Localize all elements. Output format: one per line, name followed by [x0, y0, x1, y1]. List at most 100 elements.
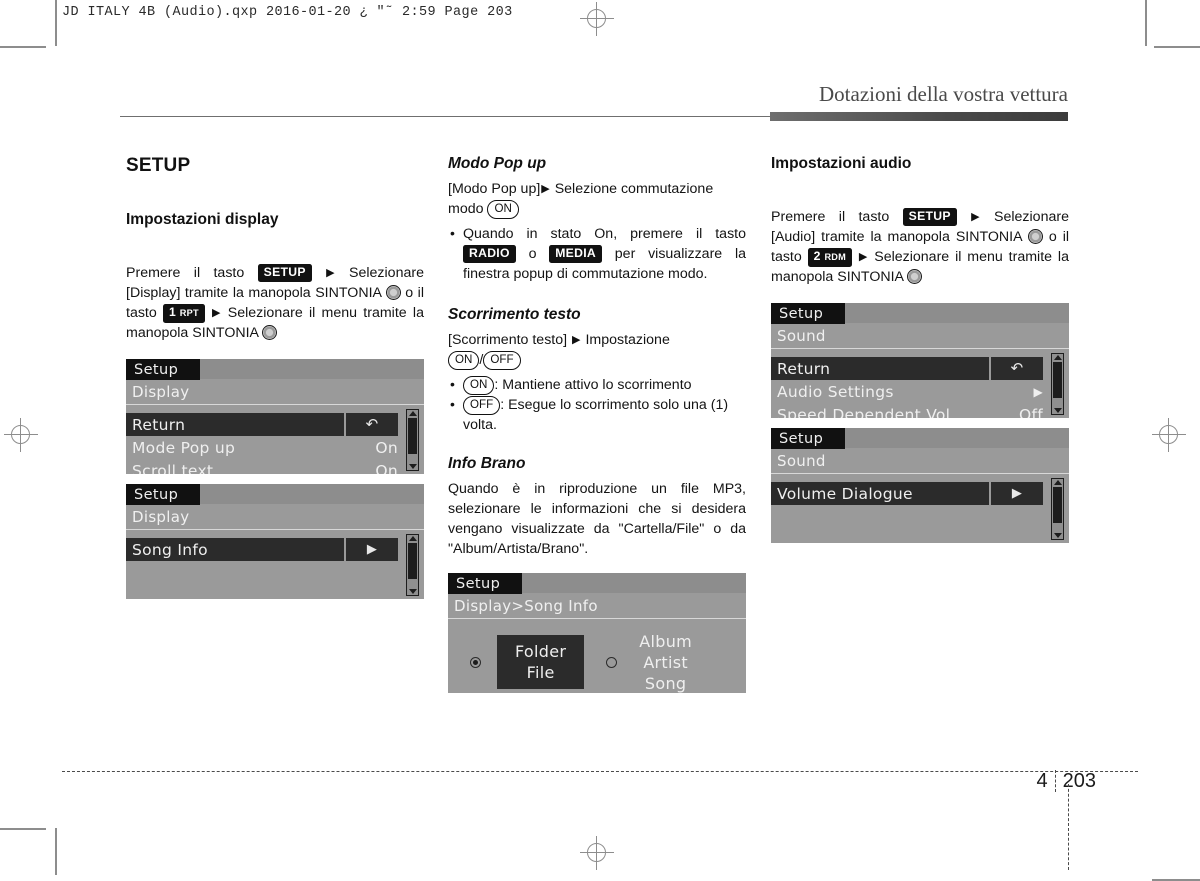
- option-folder-file[interactable]: Folder File: [497, 635, 585, 689]
- column-middle: Modo Pop up [Modo Pop up]▶ Selezione com…: [448, 155, 746, 693]
- off-pill-badge: OFF: [483, 351, 521, 370]
- lcd-scrollbar[interactable]: [1051, 353, 1064, 415]
- option-album-artist-song[interactable]: Album Artist Song: [633, 625, 698, 694]
- lcd-title-label: Setup: [771, 304, 834, 324]
- scroll-up-arrow-icon[interactable]: [1053, 480, 1062, 485]
- lcd-title-bar: Setup: [771, 303, 1069, 324]
- text-bullet-on: : Mantiene attivo lo scorrimento: [494, 377, 692, 393]
- text-bullet-1b: o: [528, 246, 537, 262]
- footer-vertical-rule: [1068, 784, 1069, 870]
- scrollbar-thumb[interactable]: [408, 418, 417, 454]
- chevron-right-icon[interactable]: ▶: [989, 482, 1043, 505]
- lcd-row-list: Song Info ▶: [126, 530, 424, 561]
- column-right: Impostazioni audio Premere il tasto SETU…: [771, 155, 1069, 543]
- scroll-down-arrow-icon[interactable]: [1053, 408, 1062, 413]
- lcd-row-audio-settings[interactable]: Audio Settings ▶: [771, 380, 1069, 403]
- media-key-badge: MEDIA: [549, 244, 603, 263]
- lcd-title-label: Setup: [126, 360, 189, 380]
- lcd-row-label: Scroll text: [132, 461, 214, 475]
- return-icon[interactable]: ↶: [989, 357, 1043, 380]
- scroll-down-arrow-icon[interactable]: [408, 464, 417, 469]
- lcd-title-bar: Setup: [771, 428, 1069, 449]
- paragraph-display-intro: Premere il tasto SETUP ▶ Selezionare [Di…: [126, 263, 424, 343]
- bullet-modo-popup-1: Quando in stato On, premere il tasto RAD…: [448, 223, 746, 284]
- arrow-icon: ▶: [572, 334, 581, 346]
- footer-chapter: 4: [1036, 770, 1048, 792]
- lcd-scrollbar[interactable]: [406, 534, 419, 596]
- heading-impostazioni-display: Impostazioni display: [126, 211, 279, 228]
- scroll-up-arrow-icon[interactable]: [408, 536, 417, 541]
- text-bullet-off: : Esegue lo scorrimento solo una (1) vol…: [463, 397, 729, 433]
- lcd-row-return[interactable]: Return ↶: [126, 413, 398, 436]
- crop-mark-top-left-v: [55, 0, 57, 46]
- registration-mark-left: [4, 418, 38, 452]
- key-1-rpt-label: RPT: [179, 308, 199, 318]
- lcd-display-song-info-chooser: Setup Display>Song Info Folder File Albu…: [448, 573, 746, 693]
- footer-rule: [62, 771, 1138, 772]
- lcd-title-bar: Setup: [126, 359, 424, 380]
- qxp-file-header: JD ITALY 4B (Audio).qxp 2016-01-20 ¿ "˜ …: [62, 5, 513, 20]
- setup-key-badge: SETUP: [902, 207, 957, 226]
- scrollbar-thumb[interactable]: [408, 543, 417, 579]
- text-premere-il-tasto: Premere il tasto: [126, 265, 245, 281]
- setup-key-badge: SETUP: [257, 263, 312, 282]
- lcd-option-group: Folder File Album Artist Song: [448, 619, 746, 693]
- lcd-scrollbar[interactable]: [1051, 478, 1064, 540]
- lcd-breadcrumb: Display: [126, 504, 424, 530]
- paragraph-audio-intro: Premere il tasto SETUP ▶ Selezionare [Au…: [771, 207, 1069, 287]
- paragraph-info-brano: Quando è in riproduzione un file MP3, se…: [448, 481, 746, 557]
- registration-mark-top: [580, 2, 614, 36]
- lcd-breadcrumb: Sound: [771, 323, 1069, 349]
- page-title: SETUP: [126, 155, 191, 176]
- option-line-2: Artist: [643, 652, 688, 672]
- radio-selected-icon[interactable]: [470, 656, 481, 668]
- lcd-row-label: Mode Pop up: [132, 438, 236, 457]
- running-head-rule: [770, 112, 1068, 121]
- key-2-rdm-label: RDM: [824, 252, 846, 262]
- lcd-row-scroll-text[interactable]: Scroll text On: [126, 459, 424, 475]
- lcd-row-mode-popup[interactable]: Mode Pop up On: [126, 436, 424, 459]
- option-line-1: Album: [639, 631, 693, 651]
- bullet-scorrimento-off: OFF: Esegue lo scorrimento solo una (1) …: [448, 394, 746, 435]
- lcd-title-bar: Setup: [448, 573, 746, 594]
- crop-mark-top-right-v: [1145, 0, 1147, 46]
- heading-scorrimento-testo: Scorrimento testo: [448, 306, 581, 323]
- lcd-title-label: Setup: [126, 485, 189, 505]
- registration-mark-right: [1152, 418, 1186, 452]
- heading-impostazioni-audio: Impostazioni audio: [771, 155, 912, 172]
- lcd-scrollbar[interactable]: [406, 409, 419, 471]
- on-pill-badge: ON: [487, 200, 519, 219]
- bullet-scorrimento-on: ON: Mantiene attivo lo scorrimento: [448, 374, 746, 395]
- scrollbar-thumb[interactable]: [1053, 362, 1062, 398]
- lcd-row-song-info[interactable]: Song Info ▶: [126, 538, 398, 561]
- option-line-3: Song: [644, 673, 687, 693]
- off-pill-badge: OFF: [463, 396, 501, 415]
- lcd-title-label: Setup: [771, 429, 834, 449]
- scroll-down-arrow-icon[interactable]: [408, 589, 417, 594]
- radio-unselected-icon[interactable]: [606, 656, 618, 668]
- heading-info-brano: Info Brano: [448, 455, 526, 472]
- scroll-up-arrow-icon[interactable]: [1053, 355, 1062, 360]
- return-icon[interactable]: ↶: [344, 413, 398, 436]
- chevron-right-icon[interactable]: ▶: [344, 538, 398, 561]
- heading-modo-popup: Modo Pop up: [448, 155, 547, 172]
- tuning-knob-icon: [385, 285, 401, 300]
- paragraph-scorrimento: [Scorrimento testo] ▶ Impostazione ON / OF…: [448, 330, 746, 370]
- lcd-row-return[interactable]: Return ↶: [771, 357, 1043, 380]
- lcd-row-volume-dialogue[interactable]: Volume Dialogue ▶: [771, 482, 1043, 505]
- scroll-up-arrow-icon[interactable]: [408, 411, 417, 416]
- key-2-rdm-number: 2: [813, 249, 821, 263]
- tuning-knob-icon: [907, 269, 923, 284]
- on-pill-badge: ON: [448, 351, 480, 370]
- scroll-down-arrow-icon[interactable]: [1053, 533, 1062, 538]
- scrollbar-thumb[interactable]: [1053, 487, 1062, 523]
- paragraph-modo-popup: [Modo Pop up]▶ Selezione commutazione mo…: [448, 179, 746, 219]
- crop-mark-bottom-left-h: [0, 828, 46, 830]
- text-premere-il-tasto: Premere il tasto: [771, 209, 890, 225]
- arrow-icon: ▶: [971, 211, 980, 223]
- lcd-row-label: Audio Settings: [777, 382, 894, 401]
- option-line-2: File: [526, 663, 555, 682]
- arrow-icon: ▶: [858, 251, 868, 263]
- text-impostazione: Impostazione: [585, 332, 670, 348]
- lcd-row-speed-dependent-vol[interactable]: Speed Dependent Vol. Off: [771, 403, 1069, 419]
